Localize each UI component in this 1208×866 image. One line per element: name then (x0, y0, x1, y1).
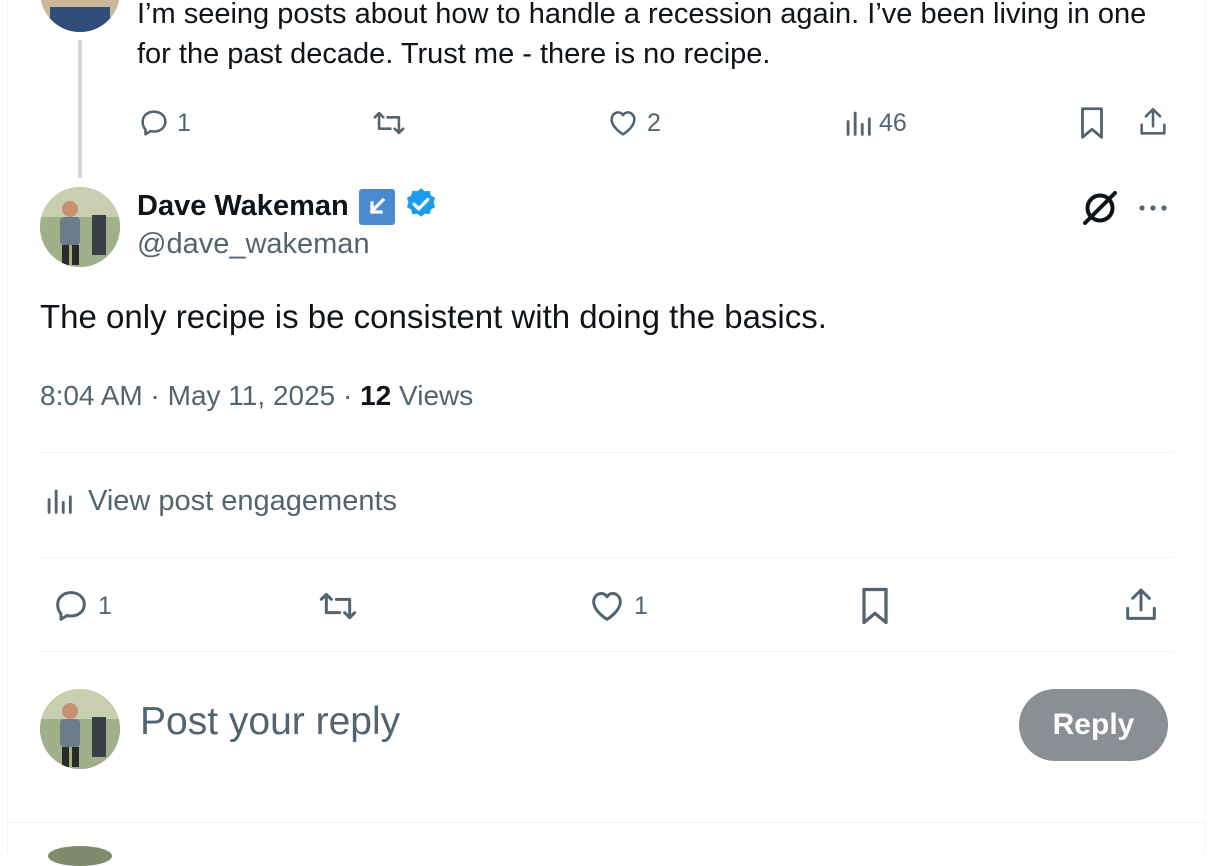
divider (40, 557, 1172, 558)
share-button[interactable] (1121, 584, 1161, 626)
author-avatar[interactable] (40, 187, 120, 267)
like-button[interactable]: 1 (586, 586, 648, 626)
reply-button[interactable]: 1 (50, 586, 112, 626)
previous-views-button[interactable]: 46 (843, 106, 907, 140)
thread-connector-line (78, 40, 82, 178)
author-handle[interactable]: @dave_wakeman (137, 228, 370, 261)
previous-reply-count: 1 (177, 108, 191, 137)
bookmark-icon (862, 587, 888, 625)
reply-input[interactable]: Post your reply (140, 700, 400, 744)
share-icon (1140, 107, 1166, 135)
like-count: 1 (634, 591, 648, 620)
previous-bookmark-button[interactable] (1076, 104, 1108, 142)
divider (40, 651, 1172, 652)
repost-button[interactable] (314, 586, 362, 626)
divider (40, 452, 1172, 453)
reply-icon (141, 110, 167, 136)
analytics-icon (47, 489, 72, 514)
bookmark-button[interactable] (856, 584, 894, 628)
post-views-label: Views (399, 380, 474, 411)
composer-avatar[interactable] (40, 689, 120, 769)
previous-repost-button[interactable] (370, 106, 408, 140)
like-icon (610, 111, 636, 136)
repost-icon (373, 111, 405, 135)
reply-submit-button[interactable]: Reply (1019, 689, 1168, 761)
next-post-avatar[interactable] (48, 846, 112, 866)
meta-separator: · (150, 380, 160, 411)
more-icon[interactable] (1136, 196, 1170, 225)
verified-badge-icon[interactable] (403, 186, 439, 227)
previous-views-count: 46 (879, 108, 907, 137)
share-icon (1126, 588, 1156, 620)
previous-like-button[interactable]: 2 (605, 106, 661, 140)
post-views-count: 12 (360, 380, 392, 411)
grok-icon[interactable] (1080, 188, 1120, 233)
post-time[interactable]: 8:04 AM (40, 380, 143, 411)
post-meta: 8:04 AM · May 11, 2025 · 12 Views (40, 380, 473, 412)
reply-count: 1 (98, 591, 112, 620)
previous-reply-button[interactable]: 1 (137, 106, 191, 140)
reply-icon (56, 591, 86, 621)
previous-like-count: 2 (647, 108, 661, 137)
meta-separator: · (343, 380, 353, 411)
like-icon (592, 592, 622, 621)
post-text: The only recipe is be consistent with do… (40, 298, 827, 335)
bookmark-icon (1081, 107, 1103, 139)
previous-share-button[interactable] (1136, 104, 1170, 140)
divider (7, 822, 1205, 823)
post-date[interactable]: May 11, 2025 (168, 380, 336, 411)
affiliate-badge-icon[interactable] (358, 188, 395, 225)
previous-post-text: I’m seeing posts about how to handle a r… (137, 0, 1147, 70)
view-engagements-label: View post engagements (88, 484, 398, 517)
repost-icon (319, 592, 357, 620)
view-engagements-link[interactable]: View post engagements (44, 484, 397, 518)
author-name-row: Dave Wakeman (137, 186, 439, 227)
author-display-name[interactable]: Dave Wakeman (137, 190, 349, 223)
views-icon (846, 111, 871, 136)
